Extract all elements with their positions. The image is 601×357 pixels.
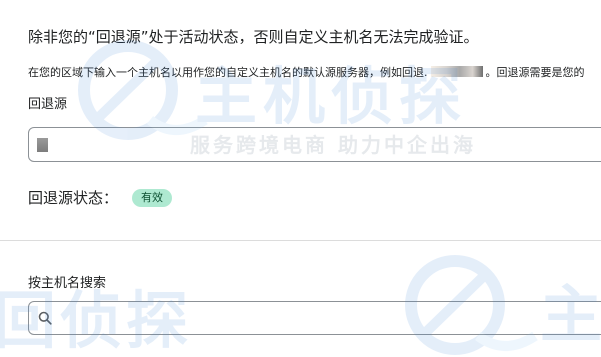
section-divider <box>0 240 601 241</box>
page: 除非您的“回退源”处于活动状态，否则自定义主机名无法完成验证。 在您的区域下输入… <box>0 0 601 357</box>
fallback-origin-helper-text: 在您的区域下输入一个主机名以用作您的自定义主机名的默认源服务器，例如回退. 。回退… <box>28 65 585 81</box>
hostname-search-label: 按主机名搜索 <box>28 276 107 291</box>
search-icon <box>38 311 52 325</box>
fallback-origin-input[interactable] <box>28 127 601 162</box>
redacted-domain <box>430 66 483 77</box>
fallback-origin-notice: 除非您的“回退源”处于活动状态，否则自定义主机名无法完成验证。 <box>28 28 479 46</box>
hostname-search-field[interactable] <box>28 301 601 335</box>
hostname-search-input[interactable] <box>61 306 601 332</box>
helper-text-before: 在您的区域下输入一个主机名以用作您的自定义主机名的默认源服务器，例如回退. <box>28 66 428 79</box>
status-badge: 有效 <box>132 189 173 207</box>
helper-text-after: 。回退源需要是您的 <box>485 66 585 79</box>
fallback-origin-status-row: 回退源状态： 有效 <box>28 188 173 208</box>
fallback-origin-status-label: 回退源状态： <box>28 189 119 207</box>
redacted-input-value <box>37 138 48 152</box>
fallback-origin-label: 回退源 <box>28 97 68 112</box>
